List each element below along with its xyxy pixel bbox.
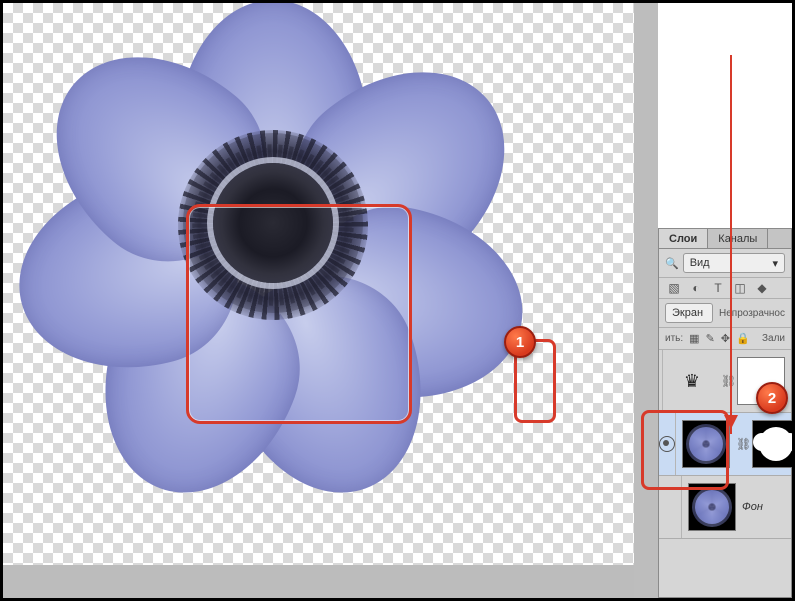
lock-transparency-icon[interactable]: ▦ — [689, 332, 699, 345]
filter-kind-label: Вид — [690, 257, 710, 269]
layer-row[interactable]: ♛ ⛓ — [659, 350, 791, 413]
eye-icon — [659, 436, 675, 452]
layer-stack: ♛ ⛓ ⛓ Фон коп — [659, 350, 791, 539]
flower-image — [58, 15, 488, 445]
layer-fx-icon: ♛ — [669, 358, 715, 404]
panel-gutter — [634, 3, 658, 598]
blend-mode-dropdown[interactable]: Экран — [665, 303, 713, 323]
fill-label: Зали — [762, 333, 785, 344]
chevron-down-icon: ▾ — [772, 257, 778, 270]
filter-kind-dropdown[interactable]: Вид ▾ — [683, 253, 785, 273]
tab-layers[interactable]: Слои — [659, 229, 708, 248]
layer-mask-thumbnail[interactable] — [752, 420, 795, 468]
link-icon: ⛓ — [721, 374, 731, 388]
status-bar — [3, 565, 634, 598]
lock-all-icon[interactable]: 🔒 — [736, 332, 750, 345]
layer-row[interactable]: ⛓ Фон коп — [659, 413, 791, 476]
filter-type-icons: ▧ ◐ T ◫ ◆ — [659, 278, 791, 299]
opacity-label: Непрозрачнос — [719, 308, 785, 319]
lock-label: ить: — [665, 333, 683, 344]
search-icon: 🔍 — [665, 257, 679, 270]
lock-icons: ▦ ✎ ✥ 🔒 — [689, 332, 750, 345]
lock-row: ить: ▦ ✎ ✥ 🔒 Зали — [659, 328, 791, 350]
filter-raster-icon[interactable]: ▧ — [667, 281, 681, 295]
flower-center — [213, 163, 333, 283]
blend-row: Экран Непрозрачнос — [659, 299, 791, 328]
lock-position-icon[interactable]: ✥ — [721, 332, 730, 345]
blend-mode-value: Экран — [672, 307, 703, 319]
visibility-toggle[interactable] — [659, 476, 682, 538]
filter-type-icon[interactable]: T — [711, 281, 725, 295]
layer-thumbnail[interactable] — [682, 420, 730, 468]
layers-panel: Слои Каналы 🔍 Вид ▾ ▧ ◐ T ◫ ◆ Экран Непр… — [658, 228, 792, 598]
lock-paint-icon[interactable]: ✎ — [706, 332, 715, 345]
filter-shape-icon[interactable]: ◫ — [733, 281, 747, 295]
layer-row[interactable]: Фон — [659, 476, 791, 539]
filter-adjustment-icon[interactable]: ◐ — [689, 281, 703, 295]
canvas[interactable] — [3, 3, 634, 565]
visibility-toggle[interactable] — [659, 413, 676, 475]
layer-filter-row: 🔍 Вид ▾ — [659, 249, 791, 278]
app-frame: Слои Каналы 🔍 Вид ▾ ▧ ◐ T ◫ ◆ Экран Непр… — [0, 0, 795, 601]
layer-mask-thumbnail[interactable] — [737, 357, 785, 405]
layer-name[interactable]: Фон — [742, 501, 763, 513]
tab-channels[interactable]: Каналы — [708, 229, 768, 248]
link-icon: ⛓ — [736, 437, 746, 451]
layer-thumbnail[interactable] — [688, 483, 736, 531]
filter-smart-icon[interactable]: ◆ — [755, 281, 769, 295]
panel-tabs: Слои Каналы — [659, 229, 791, 249]
